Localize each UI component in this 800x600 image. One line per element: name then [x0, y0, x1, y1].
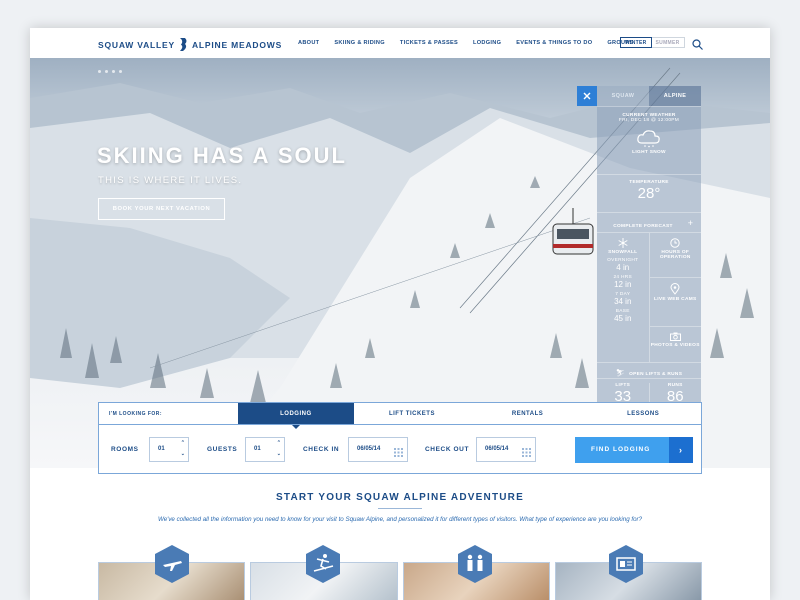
- temperature: TEMPERATURE 28°: [597, 174, 701, 212]
- close-icon[interactable]: [577, 86, 597, 106]
- booking-tabs: I'M LOOKING FOR: LODGING LIFT TICKETS RE…: [99, 403, 701, 429]
- tab-lodging[interactable]: LODGING: [237, 403, 355, 429]
- snowfall-label: SNOWFALL: [608, 250, 638, 255]
- season-toggle: WINTER SUMMER: [620, 37, 685, 48]
- 24hr-value: 12 in: [614, 280, 632, 289]
- nav-skiing-riding[interactable]: SKIING & RIDING: [334, 40, 385, 46]
- find-lodging-button[interactable]: FIND LODGING ›: [575, 437, 693, 463]
- nav-events[interactable]: EVENTS & THINGS TO DO: [516, 40, 592, 46]
- tab-alpine[interactable]: ALPINE: [649, 86, 701, 106]
- guests-label: GUESTS: [207, 446, 238, 453]
- base-value: 45 in: [614, 314, 632, 323]
- search-icon[interactable]: [692, 37, 703, 50]
- checkout-field[interactable]: 06/05/14: [476, 437, 536, 462]
- rooms-stepper[interactable]: 01 ⌃ ⌄: [149, 437, 189, 462]
- season-summer-button[interactable]: SUMMER: [651, 37, 685, 48]
- plus-icon: +: [687, 218, 693, 228]
- checkout-value: 06/05/14: [485, 446, 509, 452]
- title-divider: [378, 508, 422, 509]
- page-frame: SQUAW VALLEY ALPINE MEADOWS ABOUT SKIING…: [30, 28, 770, 600]
- booking-prompt: I'M LOOKING FOR:: [109, 411, 163, 417]
- weather-condition: LIGHT SNOW: [632, 150, 666, 155]
- skier-icon[interactable]: [305, 544, 341, 584]
- season-winter-button[interactable]: WINTER: [620, 37, 652, 48]
- clock-icon: [650, 238, 702, 248]
- calendar-icon: [394, 445, 403, 468]
- carousel-dots[interactable]: [98, 70, 122, 73]
- brand-mark-icon: [179, 38, 188, 51]
- checkin-value: 06/05/14: [357, 446, 381, 452]
- tab-rentals[interactable]: RENTALS: [470, 403, 586, 424]
- weather-widget: SQUAW ALPINE CURRENT WEATHER FRI, DEC 18…: [577, 86, 701, 436]
- guests-stepper[interactable]: 01 ⌃ ⌄: [245, 437, 285, 462]
- tab-squaw[interactable]: SQUAW: [597, 86, 649, 106]
- calendar-icon: [522, 445, 531, 468]
- stepper-arrows-icon: ⌃ ⌄: [276, 440, 281, 457]
- tab-lift-tickets[interactable]: LIFT TICKETS: [354, 403, 470, 424]
- resort-tabs: SQUAW ALPINE: [597, 86, 701, 106]
- overnight-value: 4 in: [616, 263, 630, 272]
- checkout-label: CHECK OUT: [425, 446, 470, 453]
- complete-forecast-link[interactable]: COMPLETE FORECAST +: [597, 212, 701, 232]
- tab-lessons[interactable]: LESSONS: [585, 403, 701, 424]
- brand-right: ALPINE MEADOWS: [191, 39, 283, 50]
- forecast-label: COMPLETE FORECAST: [613, 224, 673, 229]
- guests-value: 01: [254, 446, 261, 452]
- open-lifts-label: OPEN LIFTS & RUNS: [629, 372, 683, 377]
- hero-headline: SKIING HAS A SOUL: [97, 143, 347, 168]
- rooms-value: 01: [158, 446, 165, 452]
- brand-logo[interactable]: SQUAW VALLEY ALPINE MEADOWS: [98, 38, 282, 51]
- brand-left: SQUAW VALLEY: [98, 39, 175, 50]
- find-lodging-label: FIND LODGING: [591, 446, 651, 453]
- adventure-title: START YOUR SQUAW ALPINE ADVENTURE: [276, 492, 524, 503]
- booking-widget: I'M LOOKING FOR: LODGING LIFT TICKETS RE…: [98, 402, 702, 474]
- chevron-right-icon: ›: [669, 437, 693, 463]
- main-nav: ABOUT SKIING & RIDING TICKETS & PASSES L…: [298, 40, 648, 46]
- cloud-snow-icon: [597, 128, 701, 148]
- snow-and-links: SNOWFALL OVERNIGHT 4 in 24 HRS 12 in 7 D…: [597, 232, 701, 362]
- hours-label: HOURS OF OPERATION: [659, 250, 691, 260]
- hours-link[interactable]: HOURS OF OPERATION: [649, 238, 702, 278]
- lift-icon: ⛷: [615, 370, 625, 377]
- rooms-label: ROOMS: [111, 446, 139, 453]
- family-icon[interactable]: [457, 544, 493, 584]
- nav-lodging[interactable]: LODGING: [473, 40, 501, 46]
- snowfall-column: SNOWFALL OVERNIGHT 4 in 24 HRS 12 in 7 D…: [597, 233, 649, 362]
- webcams-link[interactable]: LIVE WEB CAMS: [649, 283, 702, 327]
- snowflake-icon: [597, 238, 649, 248]
- camera-icon: [650, 332, 702, 341]
- nav-about[interactable]: ABOUT: [298, 40, 319, 46]
- checkin-label: CHECK IN: [303, 446, 340, 453]
- hero-subline: THIS IS WHERE IT LIVES.: [98, 175, 243, 186]
- webcams-label: LIVE WEB CAMS: [653, 297, 697, 302]
- photos-label: PHOTOS & VIDEOS: [650, 343, 700, 348]
- plane-icon[interactable]: [154, 544, 190, 584]
- ticket-icon[interactable]: [608, 544, 644, 584]
- adventure-intro: We've collected all the information you …: [157, 516, 643, 523]
- 7day-value: 34 in: [614, 297, 632, 306]
- lodging-form: ROOMS 01 ⌃ ⌄ GUESTS 01 ⌃ ⌄ CHECK IN 06/05/…: [99, 425, 701, 473]
- checkin-field[interactable]: 06/05/14: [348, 437, 408, 462]
- current-weather-date: FRI, DEC 18 @ 12:00PM: [618, 118, 680, 123]
- nav-tickets-passes[interactable]: TICKETS & PASSES: [400, 40, 458, 46]
- top-header: SQUAW VALLEY ALPINE MEADOWS ABOUT SKIING…: [30, 28, 770, 58]
- map-pin-icon: [650, 283, 702, 295]
- book-vacation-button[interactable]: BOOK YOUR NEXT VACATION: [98, 198, 225, 220]
- links-column: HOURS OF OPERATION LIVE WEB CAMS PHOTOS …: [648, 233, 702, 362]
- temperature-value: 28°: [637, 185, 661, 202]
- stepper-arrows-icon: ⌃ ⌄: [180, 440, 185, 457]
- current-weather: CURRENT WEATHER FRI, DEC 18 @ 12:00PM LI…: [597, 106, 701, 174]
